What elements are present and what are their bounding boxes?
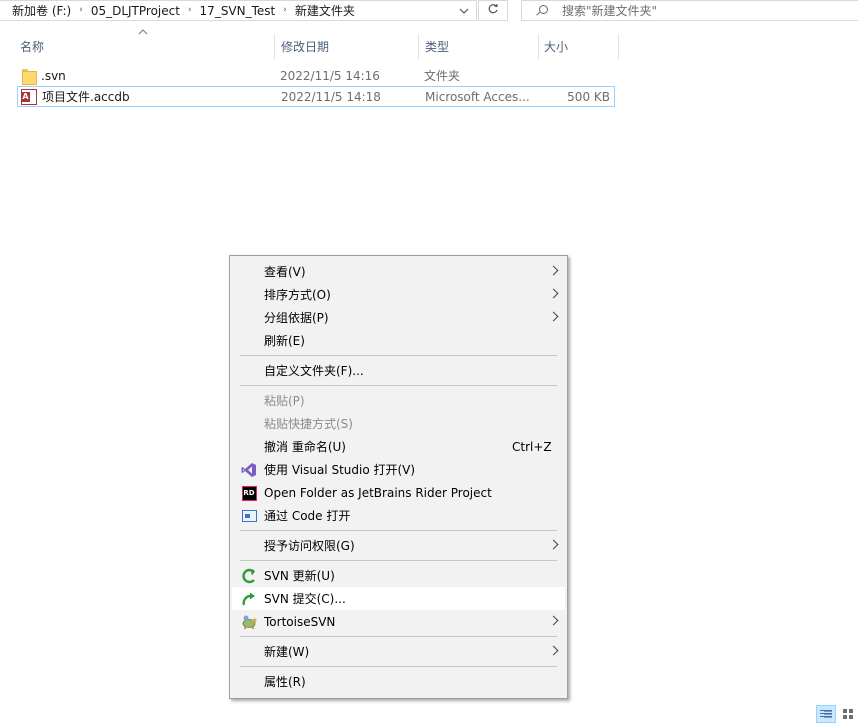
chevron-right-icon (548, 311, 559, 322)
menu-item-properties[interactable]: 属性(R) (232, 670, 565, 693)
chevron-down-icon[interactable] (451, 1, 476, 20)
refresh-button[interactable] (478, 0, 508, 21)
menu-item-label: 自定义文件夹(F)... (264, 364, 364, 378)
menu-item-group-by[interactable]: 分组依据(P) (232, 306, 565, 329)
chevron-right-icon (548, 615, 559, 626)
menu-item-tortoisesvn[interactable]: TortoiseSVN (232, 610, 565, 633)
menu-item-label: 新建(W) (264, 645, 310, 659)
menu-item-label: 粘贴快捷方式(S) (264, 417, 353, 431)
menu-item-label: TortoiseSVN (264, 614, 336, 629)
menu-item-label: 属性(R) (264, 675, 306, 689)
svn-commit-icon (241, 591, 257, 607)
menu-item-paste[interactable]: 粘贴(P) (232, 389, 565, 412)
menu-item-label: 分组依据(P) (264, 311, 329, 325)
search-input[interactable] (562, 3, 842, 18)
menu-item-label: SVN 更新(U) (264, 569, 335, 583)
menu-item-shortcut: Ctrl+Z (512, 439, 552, 454)
tortoisesvn-icon (241, 614, 257, 630)
breadcrumb-folder-project[interactable]: 05_DLJTProject (91, 4, 180, 18)
menu-item-label: 使用 Visual Studio 打开(V) (264, 463, 416, 477)
column-divider[interactable] (274, 34, 275, 60)
visual-studio-icon (241, 462, 257, 478)
address-bar[interactable]: 新加卷 (F:) › 05_DLJTProject › 17_SVN_Test … (0, 0, 477, 21)
column-divider[interactable] (618, 34, 619, 60)
menu-item-label: 授予访问权限(G) (264, 539, 355, 553)
menu-item-label: 刷新(E) (264, 334, 305, 348)
menu-item-label: 撤消 重命名(U) (264, 440, 346, 454)
column-header-size[interactable]: 大小 (539, 34, 617, 58)
navigation-bar: 新加卷 (F:) › 05_DLJTProject › 17_SVN_Test … (0, 0, 858, 24)
menu-item-svn-commit[interactable]: SVN 提交(C)... (232, 587, 565, 610)
folder-icon (20, 68, 37, 85)
file-row-accdb[interactable]: A 项目文件.accdb 2022/11/5 14:18 Microsoft A… (17, 86, 615, 107)
menu-item-open-code[interactable]: 通过 Code 打开 (232, 504, 565, 527)
search-icon (534, 4, 554, 18)
chevron-right-icon (548, 265, 559, 276)
column-header-date[interactable]: 修改日期 (276, 34, 417, 58)
file-date: 2022/11/5 14:18 (281, 89, 381, 104)
menu-item-label: 粘贴(P) (264, 394, 305, 408)
breadcrumb-folder-svn-test[interactable]: 17_SVN_Test (200, 4, 276, 18)
column-header-type[interactable]: 类型 (420, 34, 537, 58)
menu-item-undo-rename[interactable]: 撤消 重命名(U) Ctrl+Z (232, 435, 565, 458)
file-name: 项目文件.accdb (42, 90, 130, 104)
menu-item-paste-shortcut[interactable]: 粘贴快捷方式(S) (232, 412, 565, 435)
menu-item-label: Open Folder as JetBrains Rider Project (264, 485, 492, 500)
menu-item-sort-by[interactable]: 排序方式(O) (232, 283, 565, 306)
menu-separator (240, 355, 557, 356)
access-file-icon: A (21, 88, 37, 105)
menu-item-open-visual-studio[interactable]: 使用 Visual Studio 打开(V) (232, 458, 565, 481)
breadcrumb-separator-icon[interactable]: › (283, 5, 287, 15)
column-divider[interactable] (418, 34, 419, 60)
details-view-icon (820, 709, 832, 719)
menu-item-customize-folder[interactable]: 自定义文件夹(F)... (232, 359, 565, 382)
details-view-button[interactable] (816, 705, 836, 723)
menu-separator (240, 560, 557, 561)
menu-separator (240, 385, 557, 386)
menu-item-grant-access[interactable]: 授予访问权限(G) (232, 534, 565, 557)
large-icons-view-icon (842, 708, 854, 720)
file-type: 文件夹 (424, 69, 461, 83)
svn-update-icon (241, 568, 257, 584)
menu-separator (240, 636, 557, 637)
refresh-icon (487, 3, 499, 19)
menu-item-label: 查看(V) (264, 265, 306, 279)
menu-separator (240, 666, 557, 667)
menu-separator (240, 530, 557, 531)
rider-icon: RD (241, 485, 257, 501)
menu-item-view[interactable]: 查看(V) (232, 260, 565, 283)
menu-item-open-rider[interactable]: RD Open Folder as JetBrains Rider Projec… (232, 481, 565, 504)
menu-item-refresh[interactable]: 刷新(E) (232, 329, 565, 352)
chevron-right-icon (548, 645, 559, 656)
file-type: Microsoft Acces... (425, 89, 530, 104)
file-name: .svn (41, 68, 66, 83)
breadcrumb-separator-icon[interactable]: › (79, 5, 83, 15)
vscode-icon (241, 508, 257, 524)
menu-item-label: SVN 提交(C)... (264, 592, 346, 606)
search-box[interactable] (521, 0, 858, 21)
breadcrumb-current-folder[interactable]: 新建文件夹 (295, 2, 355, 19)
menu-item-label: 通过 Code 打开 (264, 509, 351, 523)
breadcrumb-separator-icon[interactable]: › (188, 5, 192, 15)
large-icons-view-button[interactable] (838, 705, 858, 723)
context-menu: 查看(V) 排序方式(O) 分组依据(P) 刷新(E) 自定义文件夹(F)...… (229, 255, 568, 699)
column-header-name[interactable]: 名称 (15, 34, 273, 58)
menu-item-label: 排序方式(O) (264, 288, 331, 302)
menu-item-svn-update[interactable]: SVN 更新(U) (232, 564, 565, 587)
chevron-right-icon (548, 288, 559, 299)
breadcrumb-drive[interactable]: 新加卷 (F:) (12, 2, 71, 19)
chevron-right-icon (548, 539, 559, 550)
file-size: 500 KB (567, 89, 610, 104)
file-row-svn-folder[interactable]: .svn 2022/11/5 14:16 文件夹 (17, 65, 615, 86)
file-date: 2022/11/5 14:16 (280, 68, 380, 83)
menu-item-new[interactable]: 新建(W) (232, 640, 565, 663)
